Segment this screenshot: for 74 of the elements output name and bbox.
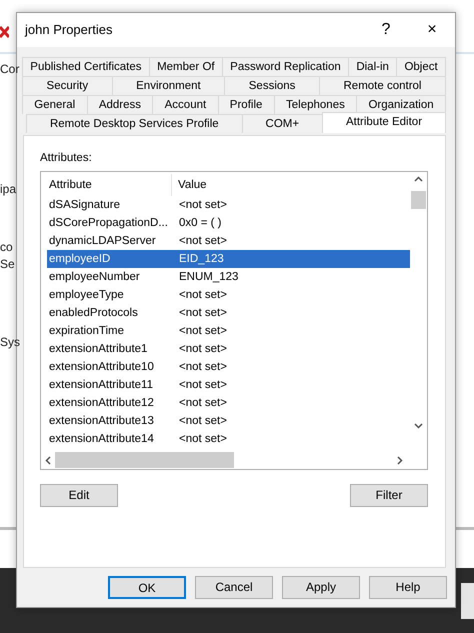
list-row[interactable]: employeeNumber ENUM_123	[47, 268, 410, 286]
table-cell-text: employeeID	[48, 252, 112, 267]
table-cell-text: <not set>	[178, 396, 227, 411]
table-cell-text: enabledProtocols	[48, 306, 139, 321]
list-row[interactable]: employeeType <not set>	[47, 286, 410, 304]
list-row[interactable]: dSCorePropagationD... 0x0 = ( )	[47, 214, 410, 232]
action-button[interactable]: Filter	[350, 484, 428, 508]
help-button[interactable]: ?	[363, 18, 409, 42]
background-text: Cor	[0, 61, 20, 78]
table-cell-text: employeeType	[48, 288, 125, 303]
list-row[interactable]: expirationTime <not set>	[47, 322, 410, 340]
action-button[interactable]: Edit	[40, 484, 118, 508]
close-icon	[0, 24, 9, 40]
tab[interactable]: Remote control	[318, 76, 446, 95]
column-header[interactable]: Attribute	[47, 174, 172, 196]
list-row[interactable]: employeeID EID_123	[47, 250, 410, 268]
list-row[interactable]: extensionAttribute1 <not set>	[47, 340, 410, 358]
list-row[interactable]: dynamicLDAPServer <not set>	[47, 232, 410, 250]
table-cell-text: <not set>	[178, 306, 227, 321]
attributes-label: Attributes:	[40, 151, 93, 166]
tab[interactable]: General	[22, 95, 88, 114]
table-cell-text: dSCorePropagationD...	[48, 216, 169, 231]
table-cell-text: <not set>	[178, 198, 227, 213]
scroll-left-icon[interactable]	[45, 456, 51, 465]
list-row[interactable]: extensionAttribute13 <not set>	[47, 412, 410, 430]
list-row[interactable]: extensionAttribute12 <not set>	[47, 394, 410, 412]
table-cell-text: extensionAttribute12	[48, 396, 155, 411]
window-title: john Properties	[25, 21, 114, 40]
list-row[interactable]: extensionAttribute11 <not set>	[47, 376, 410, 394]
table-cell-text: extensionAttribute14	[48, 432, 155, 447]
table-cell-text: <not set>	[178, 432, 227, 447]
background-text: Se	[0, 256, 15, 273]
scroll-down-icon[interactable]	[414, 423, 423, 430]
table-cell-text: ENUM_123	[178, 270, 238, 285]
table-cell-text: <not set>	[178, 234, 227, 249]
scroll-thumb[interactable]	[411, 191, 426, 210]
background-text: co	[0, 239, 13, 256]
table-cell-text: dynamicLDAPServer	[48, 234, 157, 249]
table-cell-text: <not set>	[178, 342, 227, 357]
close-button[interactable]: ×	[409, 18, 455, 42]
table-cell-text: <not set>	[178, 360, 227, 375]
list-row[interactable]: enabledProtocols <not set>	[47, 304, 410, 322]
button-edge	[461, 583, 474, 619]
table-cell-text: <not set>	[178, 288, 227, 303]
tab[interactable]: Attribute Editor	[322, 112, 446, 133]
list-row[interactable]: extensionAttribute14 <not set>	[47, 430, 410, 448]
table-cell-text: employeeNumber	[48, 270, 141, 285]
list-row[interactable]: dSASignature <not set>	[47, 196, 410, 214]
table-cell-text: EID_123	[178, 252, 224, 267]
table-cell-text: <not set>	[178, 324, 227, 339]
table-cell-text: extensionAttribute1	[48, 342, 148, 357]
background-text: Sys	[0, 334, 20, 351]
scroll-up-icon[interactable]	[414, 176, 423, 182]
table-cell-text: dSASignature	[48, 198, 121, 213]
list-row[interactable]: extensionAttribute10 <not set>	[47, 358, 410, 376]
tab[interactable]: Object	[396, 57, 446, 76]
table-cell-text: <not set>	[178, 378, 227, 393]
dialog-button[interactable]: Help	[369, 576, 447, 599]
column-header[interactable]: Value	[172, 176, 207, 194]
dialog-button[interactable]: Cancel	[195, 576, 273, 599]
table-cell-text: expirationTime	[48, 324, 125, 339]
table-cell-text: extensionAttribute11	[48, 378, 154, 393]
tab[interactable]: Security	[22, 76, 113, 95]
table-cell-text: <not set>	[178, 414, 227, 429]
dialog-button[interactable]: Apply	[282, 576, 360, 599]
table-cell-text: extensionAttribute13	[48, 414, 155, 429]
scroll-right-icon[interactable]	[397, 456, 403, 465]
table-cell-text: extensionAttribute10	[48, 360, 155, 375]
tab[interactable]: Remote Desktop Services Profile	[26, 114, 243, 133]
tab[interactable]: Published Certificates	[22, 57, 150, 76]
background-text: ipa	[0, 181, 16, 198]
scroll-thumb[interactable]	[55, 452, 234, 468]
table-cell-text: 0x0 = ( )	[178, 216, 222, 231]
dialog-button[interactable]: OK	[108, 576, 186, 599]
